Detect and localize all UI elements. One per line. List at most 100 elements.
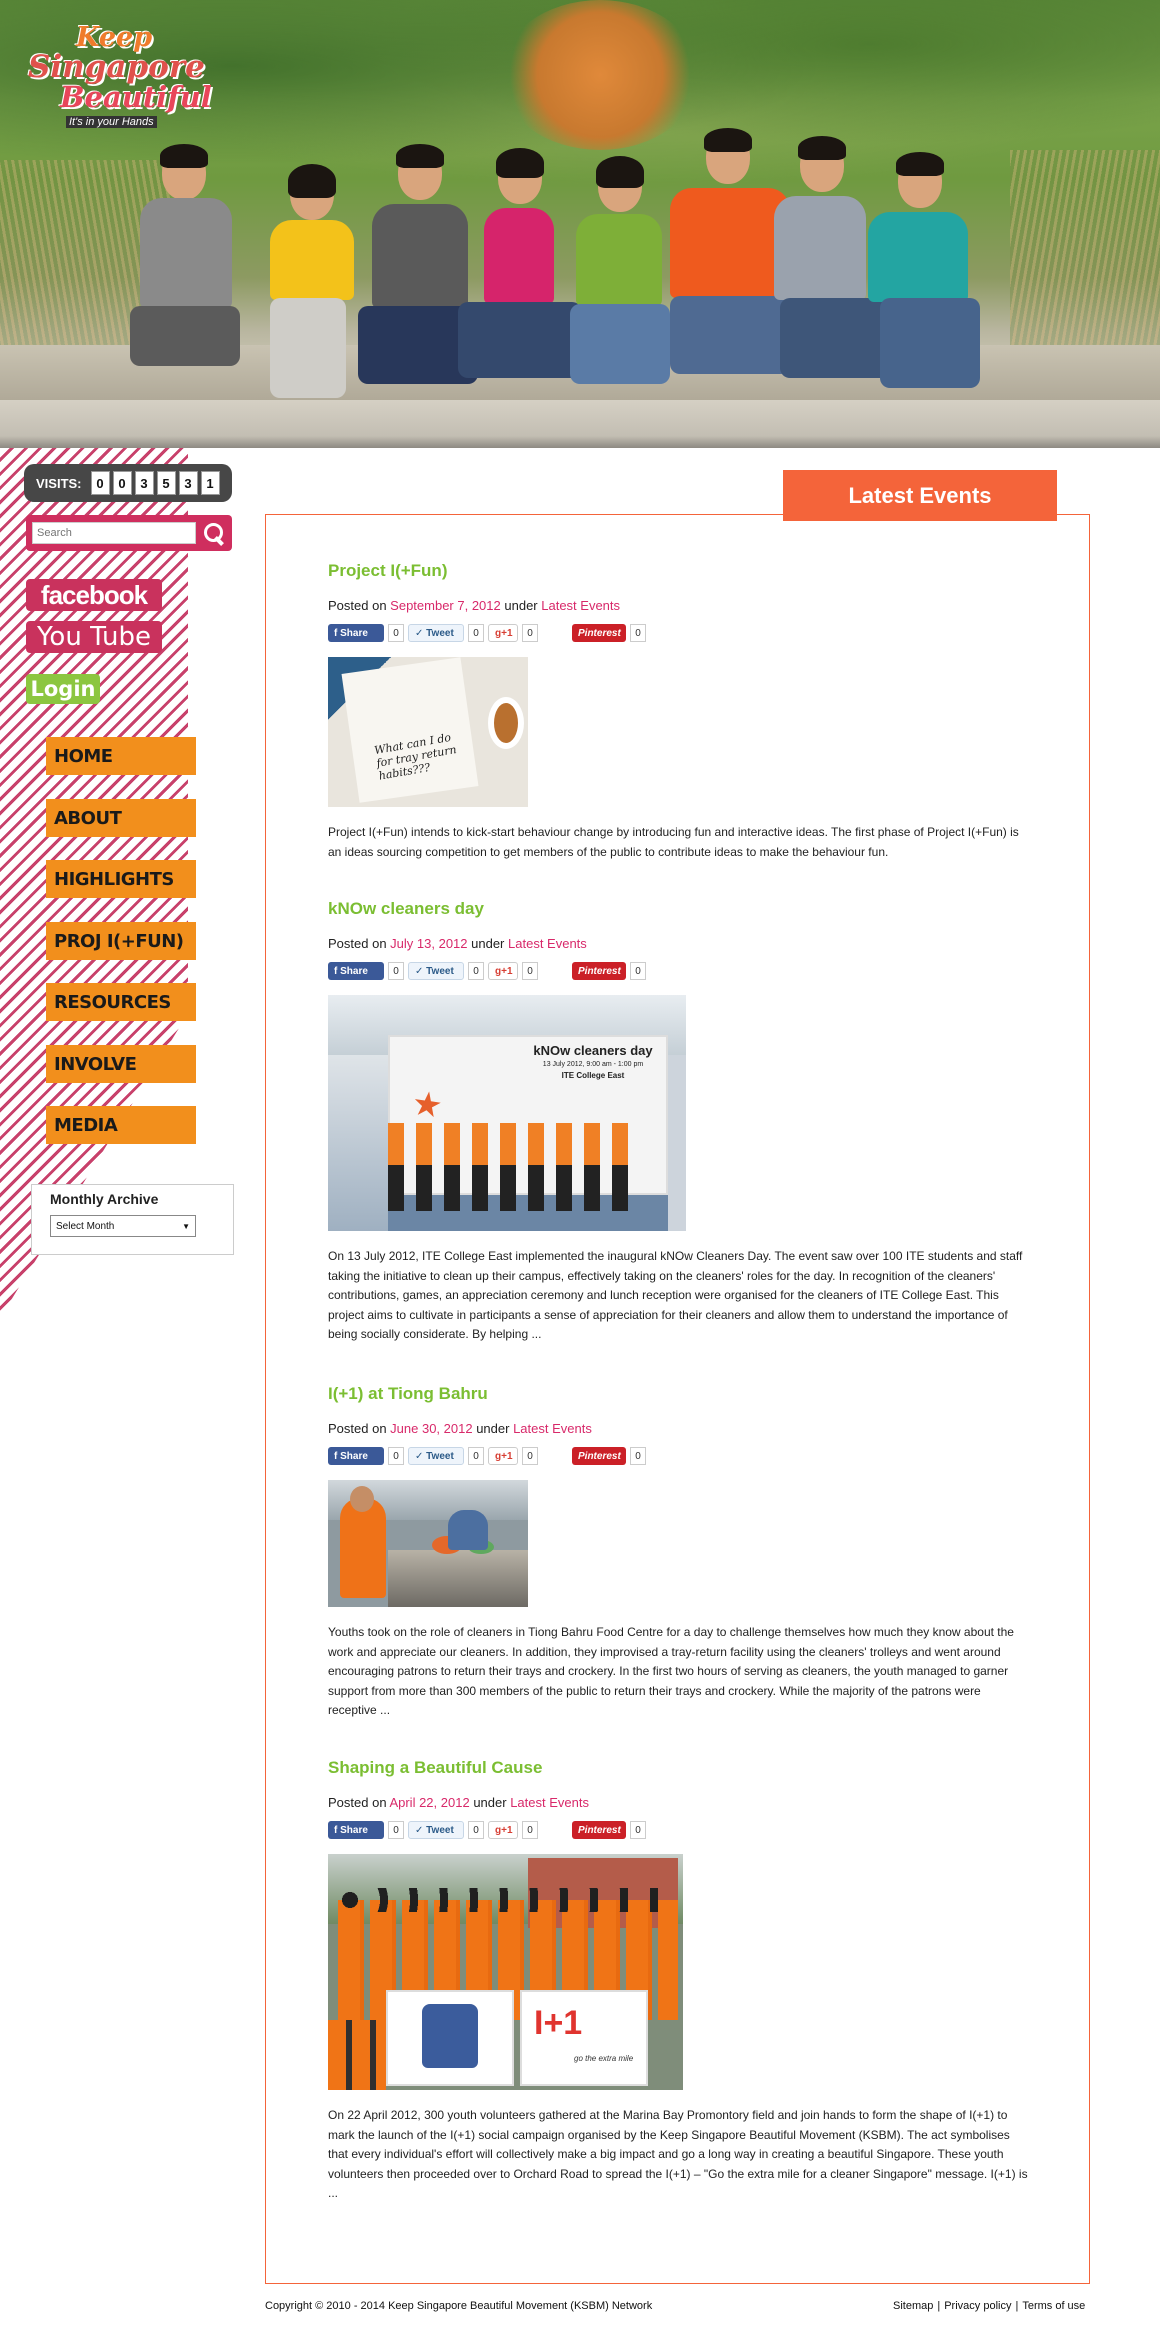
visit-digit: 3 (134, 471, 154, 495)
facebook-share-button[interactable]: f Share (328, 624, 384, 642)
share-count: 0 (388, 624, 404, 642)
gplus-count: 0 (522, 1821, 538, 1839)
footer-link-terms[interactable]: Terms of use (1022, 2300, 1085, 2312)
post-item: Shaping a Beautiful Cause Posted on Apri… (328, 1758, 1028, 2204)
share-bar: f Share 0 ✓ Tweet 0 g+1 0 Pinterest 0 (328, 961, 1028, 981)
gplus-count: 0 (522, 962, 538, 980)
share-bar: f Share 0 ✓ Tweet 0 g+1 0 Pinterest 0 (328, 1446, 1028, 1466)
sign-tagline: go the extra mile (574, 2054, 634, 2063)
post-date-link[interactable]: July 13, 2012 (390, 936, 467, 951)
meta-under: under (504, 598, 538, 613)
search-form (26, 515, 232, 551)
banner-heading: kNOw cleaners day (533, 1043, 653, 1058)
tweet-button[interactable]: ✓ Tweet (408, 624, 464, 642)
gplus-button[interactable]: g+1 (488, 962, 518, 980)
post-excerpt: On 22 April 2012, 300 youth volunteers g… (328, 2108, 1028, 2200)
post-category-link[interactable]: Latest Events (513, 1421, 592, 1436)
post-title-link[interactable]: I(+1) at Tiong Bahru (328, 1384, 1028, 1404)
post-category-link[interactable]: Latest Events (510, 1795, 589, 1810)
pinterest-count: 0 (630, 1821, 646, 1839)
gplus-button[interactable]: g+1 (488, 624, 518, 642)
search-icon[interactable] (202, 521, 226, 545)
tweet-count: 0 (468, 624, 484, 642)
facebook-share-button[interactable]: f Share (328, 1821, 384, 1839)
footer-link-privacy[interactable]: Privacy policy (944, 2300, 1011, 2312)
post-category-link[interactable]: Latest Events (541, 598, 620, 613)
pinterest-button[interactable]: Pinterest (572, 624, 626, 642)
archive-select-value: Select Month (56, 1220, 115, 1232)
gplus-button[interactable]: g+1 (488, 1821, 518, 1839)
post-date-link[interactable]: June 30, 2012 (390, 1421, 472, 1436)
post-title-link[interactable]: Project I(+Fun) (328, 561, 1028, 581)
dropdown-arrow-icon: ▼ (182, 1221, 190, 1231)
thumbs-up-icon (422, 2004, 478, 2068)
post-excerpt: Project I(+Fun) intends to kick-start be… (328, 825, 1019, 859)
gplus-button[interactable]: g+1 (488, 1447, 518, 1465)
meta-posted-on: Posted on (328, 1421, 387, 1436)
facebook-share-button[interactable]: f Share (328, 1447, 384, 1465)
nav-item-resources[interactable]: RESOURCES (46, 983, 196, 1021)
visit-counter-label: VISITS: (36, 475, 82, 491)
post-title-link[interactable]: kNOw cleaners day (328, 899, 1028, 919)
tweet-button[interactable]: ✓ Tweet (408, 1447, 464, 1465)
login-button[interactable]: Login (26, 674, 100, 704)
pinterest-count: 0 (630, 962, 646, 980)
pinterest-button[interactable]: Pinterest (572, 1821, 626, 1839)
post-item: kNOw cleaners day Posted on July 13, 201… (328, 899, 1028, 1345)
tweet-button[interactable]: ✓ Tweet (408, 1821, 464, 1839)
tweet-button[interactable]: ✓ Tweet (408, 962, 464, 980)
post-meta: Posted on June 30, 2012 under Latest Eve… (328, 1421, 1028, 1436)
share-count: 0 (388, 962, 404, 980)
hero-banner: Keep Singapore Beautiful It's in your Ha… (0, 0, 1160, 448)
post-excerpt: Youths took on the role of cleaners in T… (328, 1625, 1014, 1717)
post-thumbnail[interactable]: kNOw cleaners day 13 July 2012, 9:00 am … (328, 995, 686, 1231)
pinterest-button[interactable]: Pinterest (572, 1447, 626, 1465)
visit-digit: 1 (200, 471, 220, 495)
footer-link-sitemap[interactable]: Sitemap (893, 2300, 933, 2312)
post-meta: Posted on July 13, 2012 under Latest Eve… (328, 936, 1028, 951)
post-date-link[interactable]: April 22, 2012 (389, 1795, 469, 1810)
nav-item-highlights[interactable]: HIGHLIGHTS (46, 860, 196, 898)
visit-digit: 3 (178, 471, 198, 495)
archive-title: Monthly Archive (50, 1191, 159, 1207)
pinterest-count: 0 (630, 624, 646, 642)
nav-item-media[interactable]: MEDIA (46, 1106, 196, 1144)
nav-item-involve[interactable]: INVOLVE (46, 1045, 196, 1083)
post-meta: Posted on April 22, 2012 under Latest Ev… (328, 1795, 1028, 1810)
youtube-button[interactable]: You Tube (26, 621, 162, 653)
nav-item-proj-ifun[interactable]: PROJ I(+FUN) (46, 922, 196, 960)
visit-counter: VISITS: 0 0 3 5 3 1 (24, 464, 232, 502)
meta-under: under (471, 936, 505, 951)
site-logo[interactable]: Keep Singapore Beautiful It's in your Ha… (24, 22, 224, 132)
facebook-share-button[interactable]: f Share (328, 962, 384, 980)
tweet-count: 0 (468, 962, 484, 980)
monthly-archive-widget: Monthly Archive Select Month ▼ (31, 1184, 234, 1255)
post-date-link[interactable]: September 7, 2012 (390, 598, 501, 613)
post-thumbnail[interactable]: I+1 go the extra mile (328, 1854, 683, 2090)
meta-under: under (473, 1795, 507, 1810)
post-meta: Posted on September 7, 2012 under Latest… (328, 598, 1028, 613)
search-input[interactable] (32, 522, 197, 544)
banner-logo-art: ★ (409, 1084, 445, 1126)
footer-separator: | (1015, 2300, 1019, 2312)
tweet-count: 0 (468, 1447, 484, 1465)
nav-item-about[interactable]: ABOUT (46, 799, 196, 837)
pinterest-button[interactable]: Pinterest (572, 962, 626, 980)
post-item: I(+1) at Tiong Bahru Posted on June 30, … (328, 1384, 1028, 1721)
share-count: 0 (388, 1821, 404, 1839)
facebook-button[interactable]: facebook (26, 579, 162, 611)
footer-separator: | (937, 2300, 941, 2312)
pinterest-count: 0 (630, 1447, 646, 1465)
visit-digit: 0 (90, 471, 110, 495)
post-category-link[interactable]: Latest Events (508, 936, 587, 951)
meta-posted-on: Posted on (328, 936, 387, 951)
post-thumbnail[interactable]: What can I do for tray return habits??? (328, 657, 528, 807)
archive-month-select[interactable]: Select Month ▼ (50, 1215, 196, 1237)
banner-venue: ITE College East (561, 1071, 625, 1080)
post-title-link[interactable]: Shaping a Beautiful Cause (328, 1758, 1028, 1778)
sign-text: I+1 (534, 2004, 583, 2042)
nav-item-home[interactable]: HOME (46, 737, 196, 775)
post-thumbnail[interactable] (328, 1480, 528, 1607)
footer-copyright: Copyright © 2010 - 2014 Keep Singapore B… (265, 2300, 653, 2312)
share-bar: f Share 0 ✓ Tweet 0 g+1 0 Pinterest 0 (328, 1820, 1028, 1840)
